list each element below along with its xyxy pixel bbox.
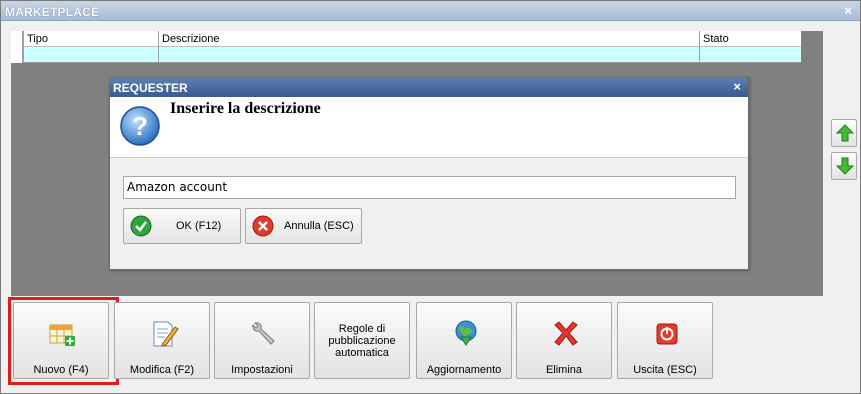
update-button-label: Aggiornamento xyxy=(426,364,502,376)
cancel-icon xyxy=(252,215,274,237)
delete-x-icon xyxy=(554,321,578,346)
edit-document-icon xyxy=(153,321,179,347)
question-icon: ? xyxy=(120,106,160,146)
dialog-message: Inserire la descrizione xyxy=(170,100,321,117)
requester-dialog: REQUESTER × ? Inserire la descrizione Am… xyxy=(109,77,749,270)
column-header-descrizione[interactable]: Descrizione xyxy=(158,31,699,47)
table-cell[interactable] xyxy=(699,47,801,63)
table-cell[interactable] xyxy=(23,47,158,63)
move-down-button[interactable] xyxy=(831,152,857,180)
exit-button[interactable]: Uscita (ESC) xyxy=(617,302,713,379)
svg-text:?: ? xyxy=(132,111,148,141)
settings-button[interactable]: Impostazioni xyxy=(214,302,310,379)
globe-download-icon xyxy=(455,320,477,346)
move-up-button[interactable] xyxy=(831,119,857,147)
column-header-tipo[interactable]: Tipo xyxy=(23,31,158,47)
cancel-button[interactable]: Annulla (ESC) xyxy=(245,208,362,244)
cancel-button-label: Annulla (ESC) xyxy=(284,220,354,232)
check-icon xyxy=(130,215,152,237)
column-header-stato[interactable]: Stato xyxy=(699,31,801,47)
window-title: MARKETPLACE xyxy=(5,5,100,19)
dialog-title: REQUESTER xyxy=(113,81,188,95)
arrow-down-icon xyxy=(836,157,854,175)
wrench-icon xyxy=(252,322,275,345)
table-row[interactable] xyxy=(11,47,801,63)
ok-button[interactable]: OK (F12) xyxy=(123,208,241,244)
dialog-titlebar: REQUESTER × xyxy=(110,78,748,97)
settings-button-label: Impostazioni xyxy=(231,364,293,376)
ok-button-label: OK (F12) xyxy=(176,220,222,232)
edit-button-label: Modifica (F2) xyxy=(129,364,195,376)
description-input[interactable]: Amazon account xyxy=(123,176,736,199)
marketplace-window: MARKETPLACE × Tipo Descrizione Stato Nuo… xyxy=(0,0,861,394)
delete-button[interactable]: Elimina xyxy=(516,302,612,379)
update-button[interactable]: Aggiornamento xyxy=(416,302,512,379)
power-icon xyxy=(656,323,678,345)
publication-rules-label: Regole di pubblicazione automatica xyxy=(328,323,396,359)
dialog-close-icon[interactable]: × xyxy=(733,79,741,94)
publication-rules-button[interactable]: Regole di pubblicazione automatica xyxy=(314,302,410,379)
table-cell[interactable] xyxy=(158,47,699,63)
new-button-highlight xyxy=(8,297,119,385)
close-icon[interactable]: × xyxy=(844,3,852,18)
exit-button-label: Uscita (ESC) xyxy=(633,364,697,376)
window-titlebar: MARKETPLACE × xyxy=(1,1,860,21)
row-selector[interactable] xyxy=(11,31,23,63)
delete-button-label: Elimina xyxy=(545,364,583,376)
arrow-up-icon xyxy=(836,124,854,142)
grid-header: Tipo Descrizione Stato xyxy=(11,31,801,47)
edit-button[interactable]: Modifica (F2) xyxy=(114,302,210,379)
dialog-header: ? Inserire la descrizione xyxy=(110,97,748,158)
